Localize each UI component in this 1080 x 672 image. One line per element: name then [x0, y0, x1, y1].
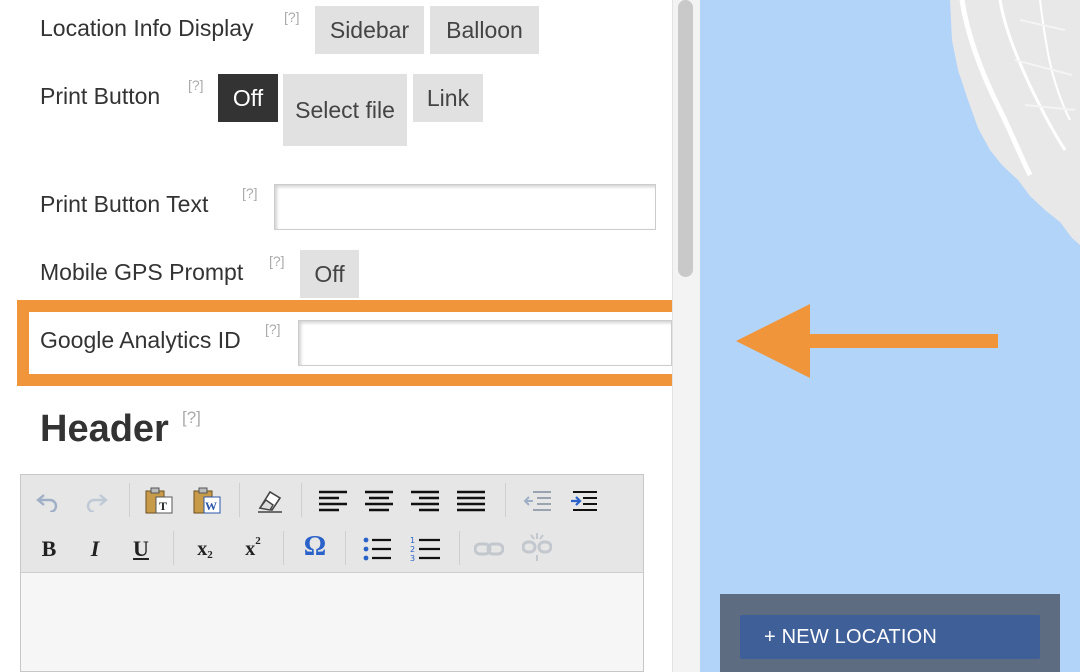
unlink-icon[interactable]: [521, 531, 553, 563]
svg-text:W: W: [205, 499, 217, 513]
special-char-icon[interactable]: Ω: [299, 531, 331, 563]
header-heading: Header: [40, 408, 169, 450]
balloon-option-button[interactable]: Balloon: [430, 6, 539, 54]
svg-text:3: 3: [410, 554, 415, 562]
align-center-icon[interactable]: [363, 485, 395, 517]
align-right-icon[interactable]: [409, 485, 441, 517]
print-button-label: Print Button: [40, 83, 161, 109]
location-info-help[interactable]: [?]: [284, 9, 300, 25]
svg-text:2: 2: [410, 545, 415, 554]
underline-icon[interactable]: U: [125, 533, 157, 565]
sidebar-option-button[interactable]: Sidebar: [315, 6, 424, 54]
svg-text:T: T: [159, 499, 167, 513]
paste-text-icon[interactable]: T: [143, 485, 175, 517]
italic-icon[interactable]: I: [79, 533, 111, 565]
svg-text:1: 1: [410, 536, 415, 545]
toolbar-separator: [459, 531, 460, 565]
scrollbar-thumb[interactable]: [678, 0, 693, 277]
mobile-gps-help[interactable]: [?]: [269, 253, 285, 269]
toolbar-separator: [129, 483, 130, 517]
pointer-arrow-icon: [736, 304, 998, 378]
editor-toolbar: T W B I U x 2 x 2 Ω 1 2 3: [21, 475, 643, 573]
bold-icon[interactable]: B: [33, 533, 65, 565]
toolbar-separator: [345, 531, 346, 565]
header-editor: T W B I U x 2 x 2 Ω 1 2 3: [20, 474, 644, 672]
toolbar-separator: [301, 483, 302, 517]
print-select-file-button[interactable]: Select file: [283, 74, 407, 146]
link-icon[interactable]: [473, 533, 505, 565]
toolbar-separator: [239, 483, 240, 517]
outdent-icon[interactable]: [521, 485, 553, 517]
new-location-button[interactable]: + NEW LOCATION: [740, 615, 1040, 659]
bulleted-list-icon[interactable]: [361, 533, 393, 565]
print-button-text-input[interactable]: [274, 184, 656, 230]
print-off-button[interactable]: Off: [218, 74, 278, 122]
redo-icon[interactable]: [81, 485, 113, 517]
location-info-label: Location Info Display: [40, 15, 254, 41]
print-button-text-label: Print Button Text: [40, 191, 209, 217]
undo-icon[interactable]: [31, 485, 63, 517]
mobile-gps-off-button[interactable]: Off: [300, 250, 359, 298]
highlight-box: [17, 300, 690, 386]
print-button-help[interactable]: [?]: [188, 77, 204, 93]
justify-icon[interactable]: [455, 485, 487, 517]
print-link-button[interactable]: Link: [413, 74, 483, 122]
header-help[interactable]: [?]: [182, 408, 201, 428]
indent-icon[interactable]: [567, 485, 599, 517]
toolbar-separator: [173, 531, 174, 565]
subscript-icon[interactable]: x2: [189, 533, 221, 565]
mobile-gps-label: Mobile GPS Prompt: [40, 259, 244, 285]
remove-format-icon[interactable]: [253, 485, 285, 517]
toolbar-separator: [283, 531, 284, 565]
superscript-icon[interactable]: x2: [237, 533, 269, 565]
toolbar-separator: [505, 483, 506, 517]
align-left-icon[interactable]: [317, 485, 349, 517]
print-button-text-help[interactable]: [?]: [242, 185, 258, 201]
numbered-list-icon[interactable]: 123: [409, 533, 441, 565]
paste-word-icon[interactable]: W: [191, 485, 223, 517]
